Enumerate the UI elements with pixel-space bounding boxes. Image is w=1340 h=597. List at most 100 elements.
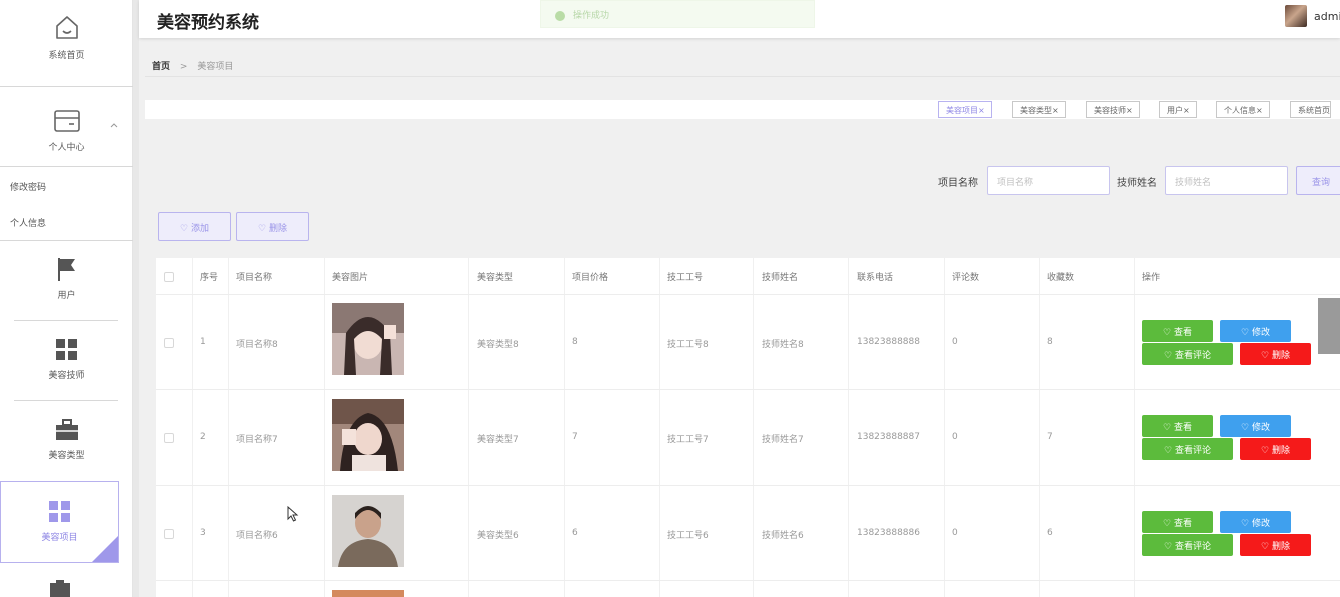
home-icon — [55, 16, 78, 39]
edit-button[interactable]: ♡ 修改 — [1220, 320, 1291, 342]
view-comments-button[interactable]: ♡ 查看评论 — [1142, 534, 1233, 556]
column-divider — [228, 258, 229, 597]
column-divider — [564, 258, 565, 597]
close-icon[interactable]: × — [1256, 106, 1263, 115]
submenu-personal-info[interactable]: 个人信息 — [10, 216, 46, 229]
delete-row-button[interactable]: ♡ 删除 — [1240, 534, 1311, 556]
sidebar-scrollbar[interactable] — [133, 0, 139, 597]
tab-beauty-types[interactable]: 美容类型× — [1012, 101, 1066, 118]
tab-users[interactable]: 用户× — [1159, 101, 1197, 118]
cell-comments: 0 — [952, 528, 958, 538]
query-button[interactable]: 查询 — [1296, 166, 1340, 195]
toast-message: 操作成功 — [573, 11, 610, 21]
tab-beauty-projects[interactable]: 美容项目× — [938, 101, 992, 118]
sidebar-item-home[interactable]: 系统首页 — [0, 14, 133, 61]
view-button[interactable]: ♡ 查看 — [1142, 415, 1213, 437]
delete-row-button[interactable]: ♡ 删除 — [1240, 438, 1311, 460]
breadcrumb-home[interactable]: 首页 — [152, 62, 170, 72]
row-divider — [156, 485, 1340, 486]
button-label: 查看 — [1173, 423, 1192, 433]
breadcrumb: 首页 > 美容项目 — [152, 59, 233, 72]
cell-price: 6 — [572, 528, 578, 538]
cell-type: 美容类型8 — [477, 340, 519, 350]
cell-project-name: 项目名称7 — [236, 435, 278, 445]
briefcase-icon — [55, 419, 78, 440]
row-checkbox[interactable] — [164, 529, 174, 539]
edit-button[interactable]: ♡ 修改 — [1220, 511, 1291, 533]
cell-comments: 0 — [952, 432, 958, 442]
cell-worker-no: 技工工号8 — [667, 340, 709, 350]
avatar[interactable] — [1285, 5, 1307, 27]
sidebar-item-beauty-projects[interactable]: 美容项目 — [0, 481, 119, 563]
heart-icon: ♡ — [1261, 446, 1270, 456]
sidebar-item-label: 美容项目 — [41, 533, 78, 543]
divider — [0, 86, 133, 87]
sidebar-item-users[interactable]: 用户 — [0, 256, 133, 301]
grid-icon — [55, 339, 77, 360]
project-image — [332, 495, 404, 567]
add-button[interactable]: ♡ 添加 — [158, 212, 231, 241]
column-divider — [192, 258, 193, 597]
header-comments: 评论数 — [952, 273, 980, 283]
sidebar-item-personal-center[interactable]: 个人中心 — [0, 108, 133, 153]
button-label: 查看 — [1173, 519, 1192, 529]
button-label: 查看评论 — [1174, 446, 1211, 456]
close-icon[interactable]: × — [978, 106, 985, 115]
active-corner-marker — [92, 536, 118, 562]
tab-personal-info[interactable]: 个人信息× — [1216, 101, 1270, 118]
sidebar-item-label: 系统首页 — [48, 51, 85, 61]
sidebar-item-technicians[interactable]: 美容技师 — [0, 338, 133, 381]
user-name[interactable]: admi — [1314, 10, 1340, 23]
cell-index: 1 — [200, 337, 206, 347]
cell-tech-name: 技师姓名8 — [762, 340, 804, 350]
view-button[interactable]: ♡ 查看 — [1142, 320, 1213, 342]
delete-row-button[interactable]: ♡ 删除 — [1240, 343, 1311, 365]
row-checkbox[interactable] — [164, 338, 174, 348]
button-label: 删除 — [1271, 446, 1290, 456]
button-label: 查看评论 — [1174, 542, 1211, 552]
view-button[interactable]: ♡ 查看 — [1142, 511, 1213, 533]
cell-phone: 13823888888 — [857, 337, 920, 347]
edit-button[interactable]: ♡ 修改 — [1220, 415, 1291, 437]
tab-label: 系统首页 — [1298, 106, 1330, 115]
close-icon[interactable]: × — [1052, 106, 1059, 115]
sidebar-item-label: 个人中心 — [48, 143, 85, 153]
select-all-checkbox[interactable] — [164, 272, 174, 282]
submenu-change-password[interactable]: 修改密码 — [10, 180, 46, 193]
cell-project-name: 项目名称6 — [236, 531, 278, 541]
sidebar-item-beauty-types[interactable]: 美容类型 — [0, 418, 133, 461]
column-divider — [753, 258, 754, 597]
delete-button[interactable]: ♡ 删除 — [236, 212, 309, 241]
app-title: 美容预约系统 — [157, 13, 259, 33]
heart-icon: ♡ — [1163, 328, 1172, 338]
tech-name-input[interactable]: 技师姓名 — [1165, 166, 1288, 195]
view-comments-button[interactable]: ♡ 查看评论 — [1142, 438, 1233, 460]
tab-technicians[interactable]: 美容技师× — [1086, 101, 1140, 118]
heart-icon: ♡ — [180, 224, 189, 234]
tab-label: 美容类型 — [1020, 106, 1052, 115]
top-header: 美容预约系统 操作成功 admi — [139, 0, 1340, 38]
side-scroll-handle[interactable] — [1318, 298, 1340, 354]
breadcrumb-current: 美容项目 — [197, 62, 234, 72]
cell-worker-no: 技工工号6 — [667, 531, 709, 541]
close-icon[interactable]: × — [1126, 106, 1133, 115]
button-label: 删除 — [268, 224, 287, 234]
cell-phone: 13823888887 — [857, 432, 920, 442]
cell-price: 7 — [572, 432, 578, 442]
header-project-name: 项目名称 — [236, 273, 273, 283]
cell-project-name: 项目名称8 — [236, 340, 278, 350]
button-label: 查看 — [1173, 328, 1192, 338]
breadcrumb-separator: > — [179, 62, 188, 72]
chevron-up-icon[interactable] — [110, 122, 118, 128]
row-checkbox[interactable] — [164, 433, 174, 443]
heart-icon: ♡ — [1241, 519, 1250, 529]
cell-worker-no: 技工工号7 — [667, 435, 709, 445]
divider — [0, 166, 133, 167]
project-name-input[interactable]: 项目名称 — [987, 166, 1110, 195]
close-icon[interactable]: × — [1183, 106, 1190, 115]
tab-home[interactable]: 系统首页 — [1290, 101, 1331, 118]
clipboard-icon[interactable] — [49, 580, 71, 597]
cell-comments: 0 — [952, 337, 958, 347]
cell-index: 3 — [200, 528, 206, 538]
view-comments-button[interactable]: ♡ 查看评论 — [1142, 343, 1233, 365]
